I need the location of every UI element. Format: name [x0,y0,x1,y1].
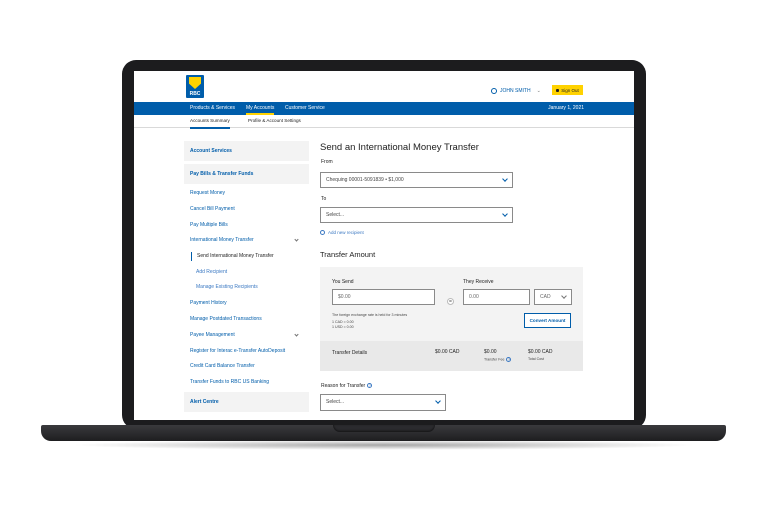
to-label: To [321,196,327,202]
they-receive-label: They Receive [463,279,494,285]
current-date: January 1, 2021 [548,105,584,111]
sidebar-item-international-transfer[interactable]: International Money Transfer [190,236,308,245]
from-account-select[interactable]: Chequing 00001-5091839 • $1,000 [320,172,513,188]
user-name: JOHN SMITH [500,88,531,94]
sidebar-item-send-international[interactable]: Send International Money Transfer [191,252,309,261]
laptop-shadow [70,440,698,450]
to-recipient-select[interactable]: Select... [320,207,513,223]
chevron-down-icon: ⌄ [536,88,541,94]
transfer-amount-value: $0.00 CAD [435,349,460,355]
from-account-value: Chequing 00001-5091839 • $1,000 [326,177,404,183]
sidebar-item-label: Payee Management [190,332,235,338]
page-title: Send an International Money Transfer [320,142,479,153]
chevron-down-icon [294,332,299,337]
transfer-fee-value: $0.00 [484,349,497,355]
sidebar-item-payee-management[interactable]: Payee Management [190,331,308,340]
transfer-amount-panel: You Send $0.00 = They Receive 0.00 CAD T… [320,267,583,371]
browser-screen: RBC JOHN SMITH ⌄ Sign Out Products & Ser… [134,71,634,420]
reason-placeholder: Select... [326,399,345,405]
laptop-notch [333,425,435,432]
sidebar-account-services[interactable]: Account Services [184,141,309,161]
currency-value: CAD [540,294,551,300]
chevron-down-icon [561,293,567,299]
tab-accounts-summary[interactable]: Accounts Summary [190,115,230,129]
add-recipient-label: Add new recipient [328,230,364,235]
user-menu[interactable]: JOHN SMITH ⌄ [491,86,541,96]
sign-out-button[interactable]: Sign Out [552,85,583,95]
sidebar-item-cancel-bill[interactable]: Cancel Bill Payment [190,205,308,214]
you-send-input[interactable]: $0.00 [332,289,435,305]
to-recipient-placeholder: Select... [326,212,345,218]
equals-icon: = [447,298,454,305]
sidebar-item-manage-recipients[interactable]: Manage Existing Recipients [196,283,314,292]
sign-out-label: Sign Out [561,87,579,93]
chevron-down-icon [502,176,508,182]
sidebar-item-add-recipient[interactable]: Add Recipient [196,268,314,277]
rate-usd: 1 USD = 0.00 [332,325,354,329]
rbc-logo[interactable]: RBC [186,75,204,98]
transfer-fee-label: Transfer Fee [484,357,505,362]
add-recipient-link[interactable]: Add new recipient [320,230,364,235]
transfer-fee-label-wrap: Transfer Fee? [484,357,512,362]
info-icon[interactable]: ? [367,383,373,389]
shield-icon [189,77,201,89]
lock-icon [556,88,560,92]
sidebar-item-pay-multiple[interactable]: Pay Multiple Bills [190,221,308,230]
convert-amount-button[interactable]: Convert Amount [524,313,571,328]
sidebar-item-label: International Money Transfer [190,237,254,243]
transfer-details-label: Transfer Details [332,350,368,356]
sidebar-alert-centre[interactable]: Alert Centre [184,392,309,412]
transfer-details: Transfer Details $0.00 CAD $0.00 Transfe… [320,341,583,371]
person-icon [491,88,497,94]
total-cost-label: Total Cost [528,357,544,361]
sub-nav: Accounts Summary Profile & Account Setti… [134,115,634,129]
sidebar-item-payment-history[interactable]: Payment History [190,299,308,308]
currency-select[interactable]: CAD [534,289,572,305]
total-cost-value: $0.00 CAD [528,349,553,355]
sidebar-item-request-money[interactable]: Request Money [190,189,308,198]
sidebar-item-cc-balance-transfer[interactable]: Credit Card Balance Transfer [190,362,308,371]
reason-select[interactable]: Select... [320,394,446,411]
nav-my-accounts[interactable]: My Accounts [246,102,275,115]
sidebar-item-autodeposit[interactable]: Register for Interac e-Transfer AutoDepo… [190,347,308,356]
tab-profile-settings[interactable]: Profile & Account Settings [248,115,301,128]
from-label: From [321,159,333,165]
sidebar-pay-bills[interactable]: Pay Bills & Transfer Funds [184,164,309,184]
they-receive-input[interactable]: 0.00 [463,289,530,305]
laptop-mockup: RBC JOHN SMITH ⌄ Sign Out Products & Ser… [0,0,768,512]
top-bar: RBC JOHN SMITH ⌄ Sign Out [134,71,634,102]
sidebar-item-postdated[interactable]: Manage Postdated Transactions [190,315,308,324]
you-send-label: You Send [332,279,354,285]
main-nav: Products & Services My Accounts Customer… [134,102,634,115]
chevron-down-icon [435,398,441,404]
chevron-down-icon [502,211,508,217]
logo-text: RBC [189,91,201,97]
sidebar-item-rbc-us-banking[interactable]: Transfer Funds to RBC US Banking [190,378,308,387]
nav-products-services[interactable]: Products & Services [190,102,235,115]
nav-customer-service[interactable]: Customer Service [285,102,325,115]
reason-label: Reason for Transfer [321,383,366,389]
chevron-down-icon [294,237,299,242]
transfer-amount-heading: Transfer Amount [320,250,376,259]
add-person-icon [320,230,325,235]
info-icon[interactable]: ? [506,357,512,362]
rate-hold-note: The foreign exchange rate is held for 3 … [332,313,408,317]
reason-label-wrap: Reason for Transfer? [321,383,373,390]
